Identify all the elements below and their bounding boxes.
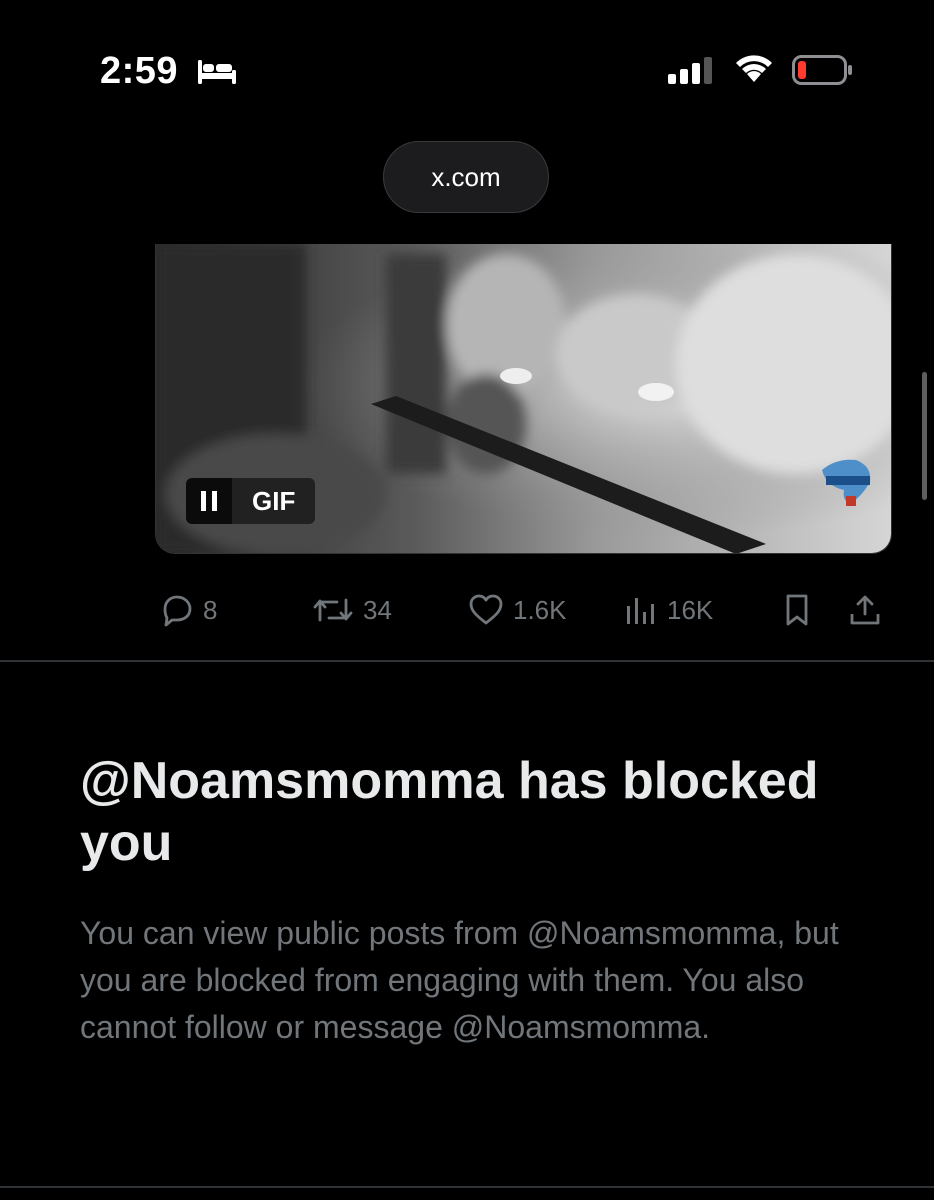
browser-url-bar[interactable]: x.com (383, 141, 549, 213)
blocked-title: @Noamsmomma has blocked you (80, 752, 819, 872)
divider (0, 1186, 934, 1188)
bed-icon (198, 60, 236, 84)
cellular-signal-icon (668, 57, 712, 84)
post-action-bar: 8 34 1.6K 16K (155, 588, 892, 632)
blocked-description: You can view public posts from @Noamsmom… (80, 915, 839, 1045)
enca-logo (822, 459, 871, 506)
gif-controls[interactable]: GIF (186, 478, 316, 524)
repost-icon (313, 598, 353, 622)
analytics-icon (627, 598, 654, 624)
reply-button[interactable]: 8 (159, 588, 217, 632)
pause-button[interactable] (186, 478, 232, 524)
bookmark-icon (786, 594, 808, 626)
divider (0, 660, 934, 662)
pause-icon (201, 491, 217, 511)
heart-icon (469, 594, 503, 625)
repost-count: 34 (363, 594, 392, 625)
status-time: 2:59 (100, 50, 179, 92)
status-bar: 2:59 (0, 0, 934, 130)
gif-badge: GIF (232, 478, 316, 524)
reply-count: 8 (203, 594, 218, 625)
battery-low-icon (792, 55, 852, 85)
wifi-icon (736, 55, 772, 82)
views-button[interactable]: 16K (623, 588, 713, 632)
share-icon (850, 595, 880, 625)
reply-icon (163, 595, 192, 627)
like-count: 1.6K (513, 594, 567, 625)
view-count: 16K (667, 594, 714, 625)
share-button[interactable] (847, 588, 891, 632)
repost-button[interactable]: 34 (311, 588, 392, 632)
page-scrollbar[interactable] (922, 372, 927, 500)
bookmark-button[interactable] (779, 588, 823, 632)
like-button[interactable]: 1.6K (467, 588, 567, 632)
post-media-gif[interactable]: GIF (155, 244, 892, 554)
url-text: x.com (431, 161, 501, 192)
